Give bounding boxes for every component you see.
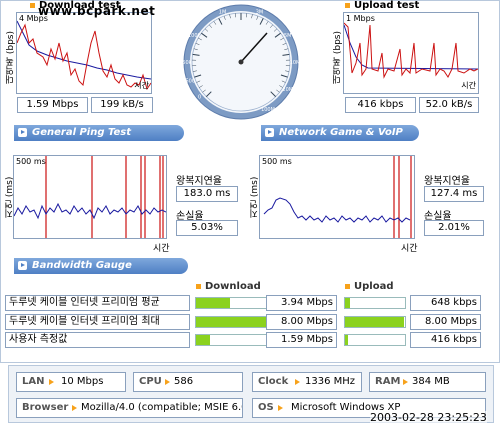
game-rtt-label: 왕복지연율: [424, 176, 470, 187]
bullet-icon: [345, 283, 350, 289]
cpu-info: CPU 586: [133, 372, 243, 392]
cpu-key: CPU: [139, 376, 162, 387]
ram-key: RAM: [375, 376, 401, 387]
triangle-icon: [403, 379, 408, 385]
download-bar-fill: [196, 335, 210, 345]
upload-x-label: 시간: [461, 81, 476, 90]
ping-rtt-label: 왕복지연율: [176, 176, 222, 187]
triangle-icon: [72, 405, 77, 411]
ping-section-bar: General Ping Test: [14, 125, 184, 141]
gauge-tick-label: 100M: [261, 107, 275, 113]
game-section-bar: Network Game & VoIP Test: [261, 125, 419, 154]
os-key: OS: [258, 402, 274, 413]
speed-gauge: 50k 100k 1M 3M 5M 10M 20M 100M 0 500: [182, 4, 301, 120]
bandwidth-section-bar: Bandwidth Gauge: [14, 258, 188, 274]
upload-bar-fill: [345, 298, 350, 308]
bandwidth-upload-header-text: Upload: [354, 281, 394, 292]
gauge-tick-label: 500: [185, 78, 195, 84]
bandwidth-row-label: 사용자 측정값: [5, 332, 190, 348]
download-bar: [195, 334, 267, 346]
bullet-icon: [196, 283, 201, 289]
upload-title-text: Upload test: [354, 0, 420, 11]
download-bar-value: 8.00 Mbps: [266, 314, 337, 330]
gauge-tick-label: 1M: [219, 9, 227, 15]
bandwidth-upload-header: Upload: [345, 281, 393, 292]
upload-bytes-value: 52.0 kB/s: [419, 97, 479, 113]
arrow-icon: [18, 128, 27, 137]
triangle-icon: [165, 379, 170, 385]
bandwidth-download-header-text: Download: [205, 281, 261, 292]
lan-info: LAN 10 Mbps: [16, 372, 126, 392]
upload-trace: [344, 22, 478, 79]
ram-info: RAM 384 MB: [369, 372, 486, 392]
upload-bar-fill: [345, 317, 404, 327]
lan-key: LAN: [22, 376, 45, 387]
game-x-label: 시간: [401, 244, 418, 254]
download-chart: 4 Mbps 시간: [16, 12, 152, 94]
ping-chart: 500 ms: [13, 155, 167, 239]
clock-info: Clock 1336 MHz: [252, 372, 362, 392]
gauge-tick-label: 20M: [282, 87, 293, 93]
gauge-tick-label: 10M: [290, 60, 301, 66]
triangle-icon: [278, 405, 283, 411]
ping-trace: [14, 156, 166, 238]
watermark: www.bcpark.net: [38, 4, 156, 18]
download-bytes-value: 199 kB/s: [91, 97, 153, 113]
triangle-icon: [49, 379, 54, 385]
upload-bar-value: 648 kbps: [410, 295, 481, 311]
upload-bar: [344, 297, 406, 309]
arrow-icon: [265, 128, 274, 137]
upload-bar-fill: [345, 335, 348, 345]
bandwidth-download-header: Download: [196, 281, 261, 292]
cpu-value: 586: [174, 376, 194, 387]
browser-key: Browser: [22, 402, 69, 413]
bandwidth-row-label: 두루넷 케이블 인터넷 프리미엄 평균: [5, 295, 190, 311]
game-rtt-value: 127.4 ms: [424, 186, 484, 202]
game-loss-value: 2.01%: [424, 220, 484, 236]
bandwidth-section-title: Bandwidth Gauge: [32, 260, 132, 271]
download-bar-fill: [196, 317, 266, 327]
upload-bar-value: 416 kbps: [410, 332, 481, 348]
game-trace: [263, 156, 412, 238]
gauge-tick-label: 100k: [188, 33, 201, 39]
bullet-icon: [30, 2, 35, 8]
browser-value: Mozilla/4.0 (compatible; MSIE 6.0: [81, 402, 243, 413]
arrow-icon: [18, 261, 27, 270]
upload-bar-value: 8.00 Mbps: [410, 314, 481, 330]
gauge-tick-label: 50k: [182, 60, 191, 66]
bandwidth-row-label: 두루넷 케이블 인터넷 프리미엄 최대: [5, 314, 190, 330]
download-bar-value: 1.59 Mbps: [266, 332, 337, 348]
ping-rtt-value: 183.0 ms: [176, 186, 238, 202]
download-x-label: 시간: [134, 81, 149, 90]
browser-info: Browser Mozilla/4.0 (compatible; MSIE 6.…: [16, 398, 243, 418]
ping-loss-value: 5.03%: [176, 220, 238, 236]
download-trace: [17, 20, 151, 91]
ping-section-title: General Ping Test: [32, 127, 132, 138]
clock-value: 1336 MHz: [305, 376, 356, 387]
upload-title: Upload test: [345, 0, 419, 11]
gauge-tick-label: 3M: [256, 9, 264, 15]
game-chart: 500 ms: [259, 155, 415, 239]
triangle-icon: [295, 379, 300, 385]
upload-chart: 1 Mbps 시간: [343, 12, 479, 94]
download-bar: [195, 297, 267, 309]
clock-key: Clock: [258, 376, 289, 387]
gauge-tick-label: 5M: [284, 33, 292, 39]
upload-bps-value: 416 kbps: [345, 97, 416, 113]
upload-bar: [344, 334, 406, 346]
ram-value: 384 MB: [412, 376, 450, 387]
lan-value: 10 Mbps: [61, 376, 104, 387]
bullet-icon: [345, 2, 350, 8]
timestamp: 2003-02-28 23:25:23: [370, 411, 487, 424]
gauge-tick-label: 0: [198, 95, 201, 101]
download-bps-value: 1.59 Mbps: [17, 97, 88, 113]
download-bar-value: 3.94 Mbps: [266, 295, 337, 311]
upload-bar: [344, 316, 406, 328]
download-bar-fill: [196, 298, 230, 308]
ping-x-label: 시간: [153, 244, 170, 254]
download-bar: [195, 316, 267, 328]
